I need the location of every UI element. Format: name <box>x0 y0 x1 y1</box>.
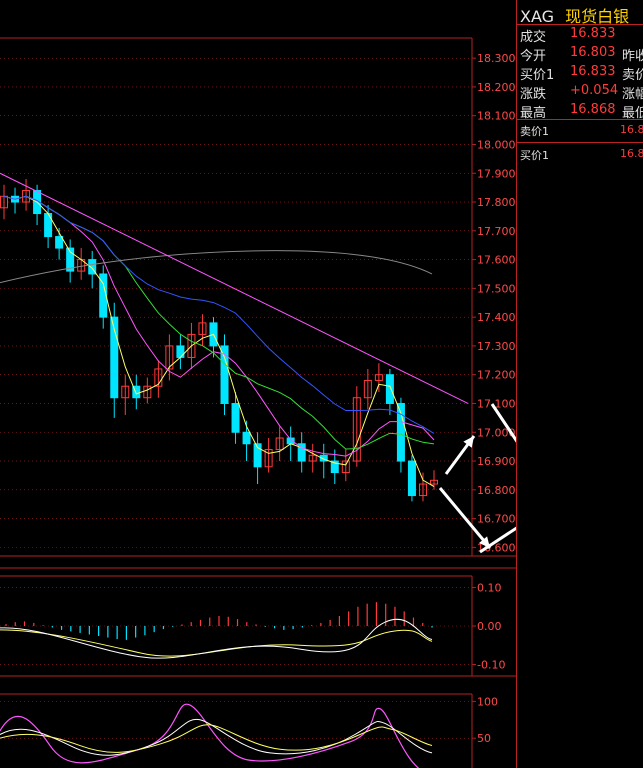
price-tick-label: 18.300 <box>477 52 516 65</box>
moving-average-line <box>3 195 435 450</box>
quote-row-trade: 成交 16.833 <box>520 26 616 45</box>
price-tick-label: 17.400 <box>477 311 516 324</box>
price-tick-label: 16.900 <box>477 455 516 468</box>
price-tick-label: 18.200 <box>477 81 516 94</box>
kdj-k-line <box>0 718 433 756</box>
macd-tick-label: 0.10 <box>477 582 502 595</box>
macd-dea-line <box>0 629 433 657</box>
candle-body <box>242 431 251 445</box>
kdj-tick-label: 100 <box>477 695 498 708</box>
trend-line <box>0 172 469 404</box>
candle-body <box>176 345 185 358</box>
price-tick-label: 18.100 <box>477 110 516 123</box>
candle-body <box>407 460 416 497</box>
price-tick-label: 17.900 <box>477 167 516 180</box>
macd-tick-label: 0.00 <box>477 620 502 633</box>
moving-average-line <box>0 250 433 284</box>
kdj-j-line <box>0 703 420 768</box>
order-book-ask: 卖价1 16.8 <box>520 123 643 138</box>
price-tick-label: 17.600 <box>477 254 516 267</box>
quote-row-open: 今开 16.803 昨收 <box>520 45 643 64</box>
candle-body <box>231 402 240 433</box>
candle-body <box>385 374 394 404</box>
price-tick-label: 17.700 <box>477 225 516 238</box>
price-tick-label: 16.800 <box>477 484 516 497</box>
moving-average-line <box>3 195 435 457</box>
kdj-tick-label: 50 <box>477 732 491 745</box>
price-tick-label: 17.200 <box>477 369 516 382</box>
quote-row-change: 涨跌 +0.054 涨幅 <box>520 83 643 102</box>
price-chart[interactable]: 18.300 18.200 18.100 18.000 17.900 17.800 17.7… <box>0 0 516 768</box>
order-book-bid: 买价1 16.8 <box>520 147 643 162</box>
price-tick-label: 18.000 <box>477 138 516 151</box>
price-tick-label: 17.300 <box>477 340 516 353</box>
kdj-d-line <box>0 724 433 753</box>
price-tick-label: 17.800 <box>477 196 516 209</box>
price-tick-label: 16.700 <box>477 513 516 526</box>
price-tick-label: 17.500 <box>477 282 516 295</box>
candle-body <box>55 236 64 249</box>
macd-tick-label: -0.10 <box>477 658 505 671</box>
quote-row-bid: 买价1 16.833 卖价 <box>520 64 643 83</box>
